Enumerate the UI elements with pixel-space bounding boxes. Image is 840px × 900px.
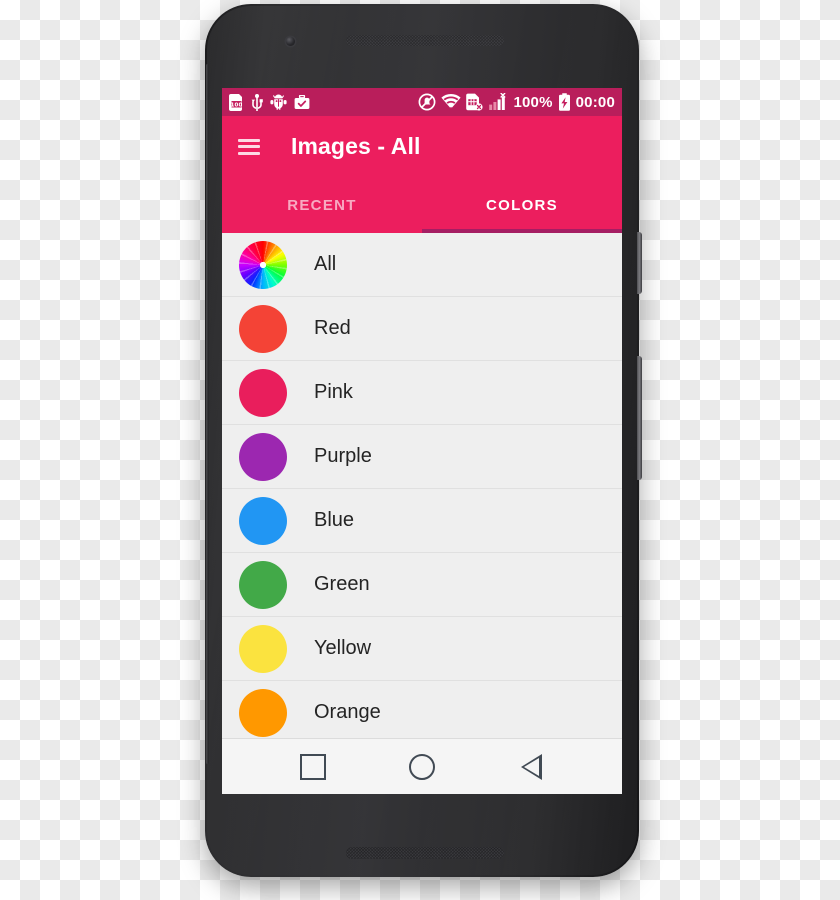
earpiece-speaker-grille: [346, 35, 504, 46]
list-item-label: All: [314, 253, 337, 275]
list-item-label: Yellow: [314, 637, 372, 659]
status-bar: 100 100% 00:00: [222, 88, 622, 116]
list-item[interactable]: Pink: [222, 361, 622, 425]
list-item-label: Purple: [314, 445, 372, 467]
battery-percent-label: 100%: [513, 93, 553, 111]
list-item[interactable]: Blue: [222, 489, 622, 553]
page-title: Images - All: [291, 133, 421, 159]
phone-left-edge-highlight: [206, 64, 209, 764]
android-navigation-bar: [222, 738, 622, 794]
phone-screen: 100 100% 00:00 Images - All RECENT COLOR…: [222, 88, 622, 794]
bottom-speaker-grille: [346, 847, 504, 859]
volume-rocker-button[interactable]: [637, 356, 642, 480]
list-item[interactable]: All: [222, 233, 622, 297]
work-profile-briefcase-icon: [294, 94, 310, 109]
list-item-label: Blue: [314, 509, 355, 531]
tab-colors[interactable]: COLORS: [422, 177, 622, 233]
list-item[interactable]: Green: [222, 553, 622, 617]
phone-device-frame: 100 100% 00:00 Images - All RECENT COLOR…: [205, 4, 642, 877]
signal-bars-no-service-icon: [489, 93, 506, 110]
tab-active-indicator: [422, 229, 622, 233]
list-item-label: Red: [314, 317, 351, 339]
tab-recent[interactable]: RECENT: [222, 177, 422, 233]
recents-button[interactable]: [285, 747, 341, 787]
color-swatch: [239, 432, 287, 481]
hamburger-bar: [238, 145, 260, 148]
svg-text:100: 100: [231, 102, 243, 108]
rainbow-pinwheel-swatch: [239, 240, 287, 289]
color-swatch: [239, 560, 287, 609]
sim-100-icon: 100: [229, 93, 243, 111]
app-toolbar: Images - All: [222, 116, 622, 177]
front-camera-icon: [286, 37, 295, 46]
do-not-disturb-icon: [419, 93, 436, 111]
square-icon: [299, 754, 326, 780]
triangle-left-icon: [520, 754, 542, 780]
color-swatch: [239, 688, 287, 737]
list-item[interactable]: Red: [222, 297, 622, 361]
status-bar-left-icons: 100: [229, 93, 310, 111]
hamburger-bar: [238, 151, 260, 155]
list-item[interactable]: Orange: [222, 681, 622, 738]
color-list: All Red Pink Purple Blue Green Yellow Or…: [222, 233, 622, 738]
sim-card-error-icon: [466, 93, 484, 111]
android-debug-bug-icon: [270, 94, 287, 110]
usb-icon: [251, 93, 263, 111]
list-item-label: Orange: [314, 701, 381, 723]
color-swatch: [239, 624, 287, 673]
status-bar-clock: 00:00: [575, 93, 615, 111]
wifi-icon: [441, 94, 462, 110]
status-bar-right-icons: 100% 00:00: [418, 93, 615, 111]
color-swatch: [239, 368, 287, 417]
back-button[interactable]: [503, 747, 559, 787]
list-item[interactable]: Yellow: [222, 617, 622, 681]
hamburger-menu-icon[interactable]: [238, 138, 260, 155]
tab-bar: RECENT COLORS: [222, 177, 622, 233]
home-button[interactable]: [394, 747, 450, 787]
color-swatch: [239, 304, 287, 353]
color-swatch: [239, 496, 287, 545]
list-item-label: Green: [314, 573, 370, 595]
circle-icon: [408, 754, 435, 780]
list-item-label: Pink: [314, 381, 353, 403]
hamburger-bar: [238, 138, 260, 142]
battery-charging-icon: [558, 93, 570, 111]
list-item[interactable]: Purple: [222, 425, 622, 489]
power-button[interactable]: [637, 232, 642, 294]
